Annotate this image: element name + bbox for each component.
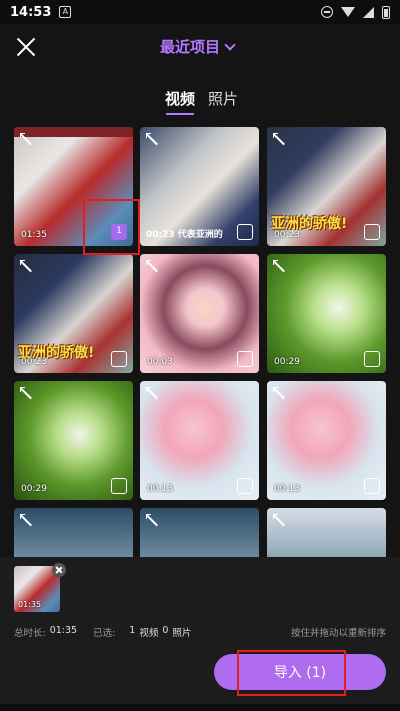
- media-tile[interactable]: [14, 508, 133, 557]
- do-not-disturb-icon: [321, 6, 333, 18]
- media-tile[interactable]: 00:23 代表亚洲的: [140, 127, 259, 246]
- expand-icon[interactable]: [273, 387, 285, 399]
- notification-icon: A: [59, 6, 72, 18]
- media-tile[interactable]: 00:29: [14, 381, 133, 500]
- duration-label: 00:13: [274, 484, 300, 494]
- expand-icon[interactable]: [20, 133, 32, 145]
- duration-label: 00:29: [274, 357, 300, 367]
- video-caption: 00:23 代表亚洲的: [146, 227, 223, 240]
- media-tile[interactable]: 亚洲的骄傲! 00:23: [14, 254, 133, 373]
- active-tab-indicator: [166, 113, 194, 115]
- status-icons: [321, 5, 390, 19]
- checkbox-icon[interactable]: [111, 351, 127, 367]
- media-tile[interactable]: 00:29: [267, 254, 386, 373]
- highlight-box: [237, 650, 346, 696]
- video-count: 1: [129, 625, 136, 636]
- remove-icon[interactable]: [52, 563, 66, 577]
- photo-count: 0: [162, 625, 169, 636]
- battery-icon: [382, 5, 390, 19]
- media-tile[interactable]: 00:13: [140, 381, 259, 500]
- media-tile[interactable]: 亚洲的骄傲! 00:23: [267, 127, 386, 246]
- duration-label: 00:13: [147, 484, 173, 494]
- top-bar: 最近项目: [0, 24, 400, 70]
- signal-icon: [363, 6, 374, 18]
- wifi-icon: [341, 7, 355, 17]
- checkbox-icon[interactable]: [237, 351, 253, 367]
- highlight-box: [83, 199, 140, 255]
- tab-videos[interactable]: 视频: [165, 88, 195, 109]
- checkbox-icon[interactable]: [364, 224, 380, 240]
- expand-icon[interactable]: [273, 260, 285, 272]
- checkbox-icon[interactable]: [364, 478, 380, 494]
- expand-icon[interactable]: [146, 133, 158, 145]
- duration-label: 00:23: [274, 230, 300, 240]
- duration-label: 00:03: [147, 357, 173, 367]
- expand-icon[interactable]: [273, 133, 285, 145]
- selected-label: 已选:: [93, 628, 116, 639]
- album-title: 最近项目: [160, 38, 221, 56]
- total-duration-value: 01:35: [49, 625, 78, 636]
- media-picker-screen: 14:53 A 最近项目 视频 照片 01:35 1 00:23 代表亚洲的 亚…: [0, 0, 400, 711]
- expand-icon[interactable]: [146, 514, 158, 526]
- media-tabs: 视频 照片: [0, 88, 400, 116]
- duration-label: 00:29: [21, 484, 47, 494]
- duration-label: 00:23: [146, 230, 175, 240]
- status-time: 14:53: [10, 4, 52, 20]
- checkbox-icon[interactable]: [237, 224, 253, 240]
- status-bar: 14:53 A: [0, 0, 400, 24]
- duration-label: 00:23: [21, 357, 47, 367]
- selection-summary: 总时长: 01:35 已选: 1 视频 0 照片: [14, 625, 191, 639]
- expand-icon[interactable]: [20, 514, 32, 526]
- checkbox-icon[interactable]: [111, 478, 127, 494]
- selection-panel: 01:35 总时长: 01:35 已选: 1 视频 0 照片 按住并拖动以重新排…: [0, 557, 400, 711]
- expand-icon[interactable]: [146, 260, 158, 272]
- total-duration-label: 总时长:: [14, 628, 46, 639]
- media-tile[interactable]: 00:13: [267, 381, 386, 500]
- tab-photos[interactable]: 照片: [208, 88, 238, 109]
- expand-icon[interactable]: [20, 260, 32, 272]
- checkbox-icon[interactable]: [237, 478, 253, 494]
- duration-label: 01:35: [21, 230, 47, 240]
- expand-icon[interactable]: [20, 387, 32, 399]
- media-grid: 01:35 1 00:23 代表亚洲的 亚洲的骄傲! 00:23 亚洲的骄傲! …: [14, 127, 386, 557]
- expand-icon[interactable]: [273, 514, 285, 526]
- reorder-hint: 按住并拖动以重新排序: [290, 628, 386, 639]
- photo-label: 照片: [172, 628, 192, 639]
- chevron-down-icon: [224, 38, 236, 51]
- expand-icon[interactable]: [146, 387, 158, 399]
- system-nav-bar: [0, 704, 400, 711]
- checkbox-icon[interactable]: [364, 351, 380, 367]
- video-label: 视频: [139, 628, 159, 639]
- close-icon[interactable]: [16, 37, 36, 57]
- album-selector[interactable]: 最近项目: [160, 36, 236, 57]
- media-tile[interactable]: [267, 508, 386, 557]
- media-tile[interactable]: [140, 508, 259, 557]
- media-tile[interactable]: 00:03: [140, 254, 259, 373]
- caption-text: 代表亚洲的: [177, 230, 223, 240]
- thumb-duration: 01:35: [18, 600, 42, 609]
